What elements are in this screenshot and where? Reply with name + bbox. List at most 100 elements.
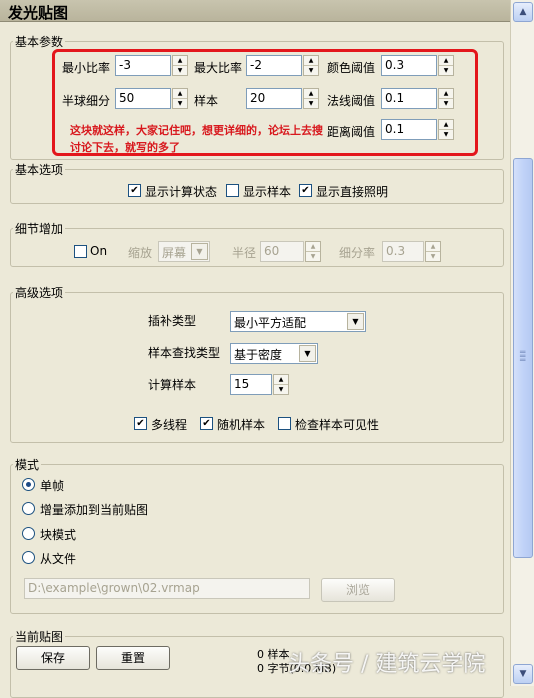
show-samples-label: 显示样本 — [243, 185, 292, 199]
scroll-thumb[interactable]: ═ ═ ═ — [513, 158, 533, 558]
scale-value: 屏幕 — [162, 246, 187, 260]
mode-option-label: 块模式 — [40, 528, 77, 542]
spin-up-icon[interactable]: ▲ — [426, 242, 440, 251]
mode-option-label: 单帧 — [40, 479, 65, 493]
rollout-title[interactable]: 发光贴图 — [0, 0, 510, 22]
spin-down-icon[interactable]: ▼ — [304, 98, 318, 107]
detail-enhance-legend: 细节增加 — [15, 222, 64, 236]
show-calc-checkbox[interactable]: ✔ — [128, 184, 141, 197]
color-thresh-label: 颜色阈值 — [327, 61, 376, 75]
vertical-scrollbar[interactable]: ▲ ═ ═ ═ ▼ — [510, 0, 534, 686]
spin-up-icon[interactable]: ▲ — [274, 375, 288, 384]
dist-thresh-label: 距离阈值 — [327, 125, 376, 139]
spin-up-icon[interactable]: ▲ — [173, 89, 187, 98]
spin-down-icon[interactable]: ▼ — [439, 129, 453, 138]
radius-spinner[interactable]: ▲ ▼ — [305, 241, 321, 262]
color-thresh-spinner[interactable]: ▲ ▼ — [438, 55, 454, 76]
radio-selected-dot — [26, 482, 31, 487]
spin-up-icon[interactable]: ▲ — [439, 120, 453, 129]
basic-options-legend: 基本选项 — [15, 163, 64, 177]
max-rate-label: 最大比率 — [194, 61, 243, 75]
watermark-text: 头条号 / 建筑云学院 — [288, 652, 486, 677]
radius-label: 半径 — [232, 246, 257, 260]
detail-on-checkbox[interactable] — [74, 245, 87, 258]
mode-option-label: 从文件 — [40, 552, 77, 566]
chevron-down-icon[interactable]: ▼ — [299, 345, 316, 362]
random-samples-checkbox[interactable]: ✔ — [200, 417, 213, 430]
spin-up-icon[interactable]: ▲ — [439, 89, 453, 98]
interp-type-value: 最小平方适配 — [234, 316, 307, 330]
show-samples-checkbox[interactable] — [226, 184, 239, 197]
color-thresh-input[interactable]: 0.3 — [381, 55, 437, 76]
scale-label: 缩放 — [128, 246, 153, 260]
spin-down-icon[interactable]: ▼ — [274, 384, 288, 393]
subdiv-mult-label: 细分率 — [339, 246, 376, 260]
mode-option-label: 增量添加到当前贴图 — [40, 503, 149, 517]
current-map-legend: 当前贴图 — [15, 630, 64, 644]
spin-up-icon[interactable]: ▲ — [304, 89, 318, 98]
subdiv-mult-spinner[interactable]: ▲ ▼ — [425, 241, 441, 262]
show-direct-checkbox[interactable]: ✔ — [299, 184, 312, 197]
mode-radio-incremental[interactable] — [22, 502, 35, 515]
lookup-type-label: 样本查找类型 — [148, 346, 221, 360]
spin-up-icon[interactable]: ▲ — [173, 56, 187, 65]
interp-type-label: 插补类型 — [148, 314, 197, 328]
spin-down-icon[interactable]: ▼ — [173, 98, 187, 107]
lookup-type-dropdown[interactable]: 基于密度 ▼ — [230, 343, 318, 364]
calc-samples-spinner[interactable]: ▲ ▼ — [273, 374, 289, 395]
subdiv-mult-input[interactable]: 0.3 — [382, 241, 424, 262]
spin-down-icon[interactable]: ▼ — [439, 98, 453, 107]
interp-type-dropdown[interactable]: 最小平方适配 ▼ — [230, 311, 366, 332]
detail-on-label: On — [90, 244, 108, 258]
dist-thresh-spinner[interactable]: ▲ ▼ — [438, 119, 454, 140]
radius-input[interactable]: 60 — [260, 241, 304, 262]
mode-legend: 模式 — [15, 458, 40, 472]
file-path-input[interactable]: D:\example\grown\02.vrmap — [24, 578, 310, 599]
normal-thresh-label: 法线阈值 — [327, 94, 376, 108]
show-direct-label: 显示直接照明 — [316, 185, 389, 199]
spin-down-icon[interactable]: ▼ — [304, 65, 318, 74]
show-calc-label: 显示计算状态 — [145, 185, 218, 199]
chevron-down-icon[interactable]: ▼ — [191, 243, 208, 260]
basic-params-legend: 基本参数 — [15, 35, 64, 49]
normal-thresh-spinner[interactable]: ▲ ▼ — [438, 88, 454, 109]
spin-down-icon[interactable]: ▼ — [439, 65, 453, 74]
mode-radio-bucket[interactable] — [22, 527, 35, 540]
scale-dropdown[interactable]: 屏幕 ▼ — [158, 241, 210, 262]
browse-button[interactable]: 浏览 — [321, 578, 395, 602]
check-visibility-label: 检查样本可见性 — [295, 418, 380, 432]
lookup-type-value: 基于密度 — [234, 348, 283, 362]
hsph-subdivs-input[interactable]: 50 — [115, 88, 171, 109]
scroll-up-arrow-icon[interactable]: ▲ — [513, 2, 533, 22]
chevron-down-icon[interactable]: ▼ — [347, 313, 364, 330]
advanced-options-legend: 高级选项 — [15, 286, 64, 300]
max-rate-input[interactable]: -2 — [246, 55, 302, 76]
min-rate-spinner[interactable]: ▲ ▼ — [172, 55, 188, 76]
mode-radio-single-frame[interactable] — [22, 478, 35, 491]
spin-up-icon[interactable]: ▲ — [306, 242, 320, 251]
min-rate-label: 最小比率 — [62, 61, 111, 75]
spin-down-icon[interactable]: ▼ — [426, 251, 440, 260]
spin-down-icon[interactable]: ▼ — [173, 65, 187, 74]
dist-thresh-input[interactable]: 0.1 — [381, 119, 437, 140]
samples-spinner[interactable]: ▲ ▼ — [303, 88, 319, 109]
annotation-note-line1: 这块就这样，大家记住吧，想更详细的，论坛上去搜 — [70, 124, 323, 137]
min-rate-input[interactable]: -3 — [115, 55, 171, 76]
random-samples-label: 随机样本 — [217, 418, 266, 432]
spin-up-icon[interactable]: ▲ — [439, 56, 453, 65]
multithread-label: 多线程 — [151, 418, 188, 432]
hsph-subdivs-label: 半球细分 — [62, 94, 111, 108]
mode-radio-from-file[interactable] — [22, 551, 35, 564]
hsph-subdivs-spinner[interactable]: ▲ ▼ — [172, 88, 188, 109]
calc-samples-input[interactable]: 15 — [230, 374, 272, 395]
check-visibility-checkbox[interactable] — [278, 417, 291, 430]
normal-thresh-input[interactable]: 0.1 — [381, 88, 437, 109]
max-rate-spinner[interactable]: ▲ ▼ — [303, 55, 319, 76]
spin-down-icon[interactable]: ▼ — [306, 251, 320, 260]
samples-input[interactable]: 20 — [246, 88, 302, 109]
multithread-checkbox[interactable]: ✔ — [134, 417, 147, 430]
spin-up-icon[interactable]: ▲ — [304, 56, 318, 65]
save-button[interactable]: 保存 — [16, 646, 90, 670]
reset-button[interactable]: 重置 — [96, 646, 170, 670]
scroll-down-arrow-icon[interactable]: ▼ — [513, 664, 533, 684]
